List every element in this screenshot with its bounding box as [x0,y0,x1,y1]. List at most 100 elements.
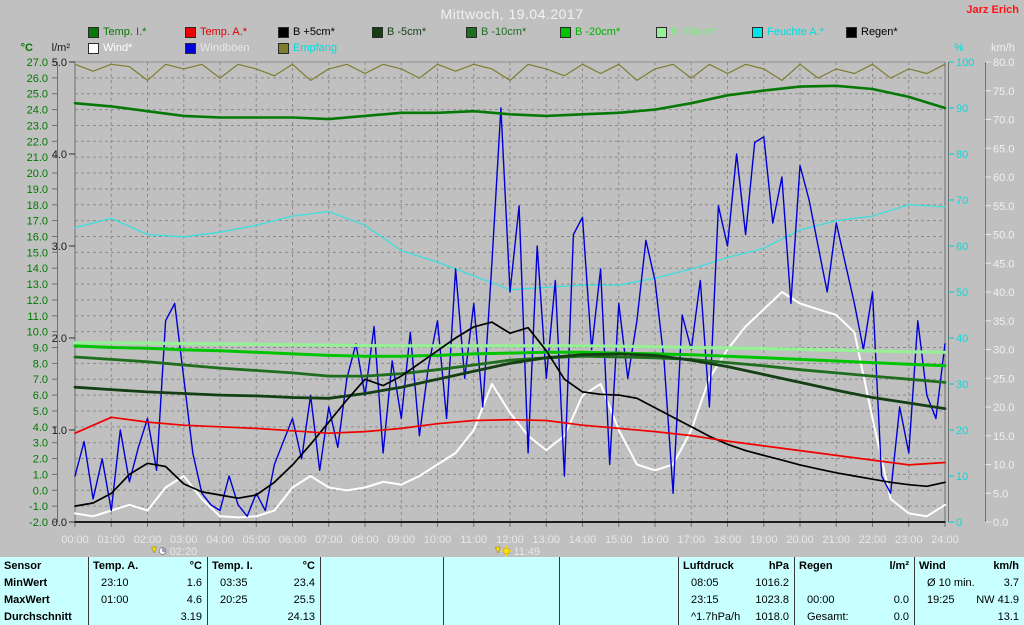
time-tick-label: 01:00 [97,534,125,546]
table-cell-empty-1-avg [320,608,443,625]
table-row-label-head: Sensor [0,557,88,574]
wind-tick-label: 20.0 [993,402,1014,414]
time-tick-label: 20:00 [786,534,814,546]
temp-tick-label: 2.0 [33,454,48,466]
table-cell-empty-3-head [559,557,678,574]
time-tick-label: 13:00 [532,534,560,546]
wind-tick-label: 35.0 [993,316,1014,328]
sun-marker-arrow-icon [495,547,500,553]
table-regen-avg-value: 0.0 [894,611,909,623]
wind-tick-label: 0.0 [993,517,1008,529]
rain-tick-label: 5.0 [52,57,67,69]
time-tick-label: 05:00 [242,534,270,546]
table-wind-head-value: km/h [993,560,1019,572]
time-tick-label: 24:00 [931,534,959,546]
temp-tick-label: 11.0 [27,311,48,323]
wind-tick-label: 75.0 [993,86,1014,98]
temp-tick-label: -2.0 [29,517,48,529]
table-cell-wind-max: 19:25NW 41.9 [914,591,1024,608]
temp-tick-label: 16.0 [27,231,48,243]
time-tick-label: 02:00 [134,534,162,546]
temp-tick-label: 8.0 [33,358,48,370]
table-cell-empty-1-min [320,574,443,591]
time-tick-label: 15:00 [605,534,633,546]
moon-marker-crescent [162,548,167,553]
temp-tick-label: 18.0 [27,200,48,212]
table-cell-empty-3-min [559,574,678,591]
table-cell-temp-a-head: Temp. A.°C [88,557,207,574]
humidity-tick-label: 70 [956,195,968,207]
wind-tick-label: 40.0 [993,287,1014,299]
temp-tick-label: 25.0 [27,89,48,101]
table-regen-avg-time: Gesamt: [799,611,849,623]
humidity-tick-label: 0 [956,517,962,529]
wind-tick-label: 50.0 [993,230,1014,242]
weather-app-window: Mittwoch, 19.04.2017 Jarz Erich Temp. I.… [0,0,1024,625]
table-cell-empty-2-min [443,574,559,591]
rain-tick-label: 0.0 [52,517,67,529]
table-cell-luftdruck-min: 08:05 1016.2 [678,574,794,591]
time-tick-label: 03:00 [170,534,198,546]
table-temp-a-avg-value: 3.19 [181,611,202,623]
table-temp-a-head-time: Temp. A. [93,560,138,572]
temp-tick-label: 13.0 [27,279,48,291]
table-luftdruck-min-value: 1016.2 [755,577,789,589]
temp-tick-label: 7.0 [33,374,48,386]
temp-tick-label: 4.0 [33,422,48,434]
rain-axis-unit: l/m² [52,42,71,54]
temp-tick-label: 24.0 [27,105,48,117]
table-row-label-avg: Durchschnitt [0,608,88,625]
rain-tick-label: 1.0 [52,425,67,437]
table-temp-i-avg-value: 24.13 [287,611,315,623]
time-tick-label: 06:00 [279,534,307,546]
table-wind-min-time: Ø 10 min. [919,577,975,589]
time-tick-label: 18:00 [714,534,742,546]
wind-tick-label: 70.0 [993,115,1014,127]
table-regen-head-time: Regen [799,560,833,572]
table-cell-temp-i-avg: 24.13 [207,608,320,625]
table-cell-regen-avg: Gesamt: 0.0 [794,608,914,625]
wind-tick-label: 5.0 [993,488,1008,500]
time-tick-label: 00:00 [61,534,89,546]
wind-tick-label: 25.0 [993,373,1014,385]
table-wind-head-time: Wind [919,560,946,572]
humidity-tick-label: 90 [956,103,968,115]
time-tick-label: 10:00 [424,534,452,546]
table-temp-i-head-time: Temp. I. [212,560,253,572]
humidity-tick-label: 60 [956,241,968,253]
table-cell-luftdruck-head: LuftdruckhPa [678,557,794,574]
table-luftdruck-avg-value: 1018.0 [755,611,789,623]
temp-tick-label: 21.0 [27,152,48,164]
table-cell-temp-i-min: 03:3523.4 [207,574,320,591]
table-luftdruck-head-value: hPa [769,560,789,572]
table-regen-max-value: 0.0 [894,594,909,606]
table-cell-temp-i-head: Temp. I. °C [207,557,320,574]
series-windboeen [75,108,945,516]
table-cell-wind-head: Wind km/h [914,557,1024,574]
table-cell-empty-2-head [443,557,559,574]
temp-tick-label: 10.0 [27,327,48,339]
wind-tick-label: 55.0 [993,201,1014,213]
table-luftdruck-min-time: 08:05 [683,577,719,589]
wind-tick-label: 65.0 [993,143,1014,155]
table-temp-i-min-time: 03:35 [212,577,248,589]
table-temp-a-max-time: 01:00 [93,594,129,606]
stats-table: SensorTemp. A.°C Temp. I. °C LuftdruckhPa Re… [0,557,1024,625]
humidity-tick-label: 20 [956,425,968,437]
wind-axis-unit: km/h [991,42,1015,54]
wind-tick-label: 30.0 [993,345,1014,357]
temp-tick-label: 23.0 [27,120,48,132]
wind-tick-label: 15.0 [993,431,1014,443]
table-cell-luftdruck-avg: ^1.7hPa/h1018.0 [678,608,794,625]
moon-marker-arrow-icon [152,547,157,553]
table-cell-temp-i-max: 20:2525.5 [207,591,320,608]
table-cell-empty-2-avg [443,608,559,625]
temp-tick-label: 12.0 [27,295,48,307]
temp-tick-label: 19.0 [27,184,48,196]
table-temp-i-head-value: °C [303,560,315,572]
time-tick-label: 22:00 [859,534,887,546]
sun-marker-label: 11:49 [513,546,540,557]
series-temp-i [75,86,945,119]
table-luftdruck-max-time: 23:15 [683,594,719,606]
temp-tick-label: -1.0 [29,501,48,513]
